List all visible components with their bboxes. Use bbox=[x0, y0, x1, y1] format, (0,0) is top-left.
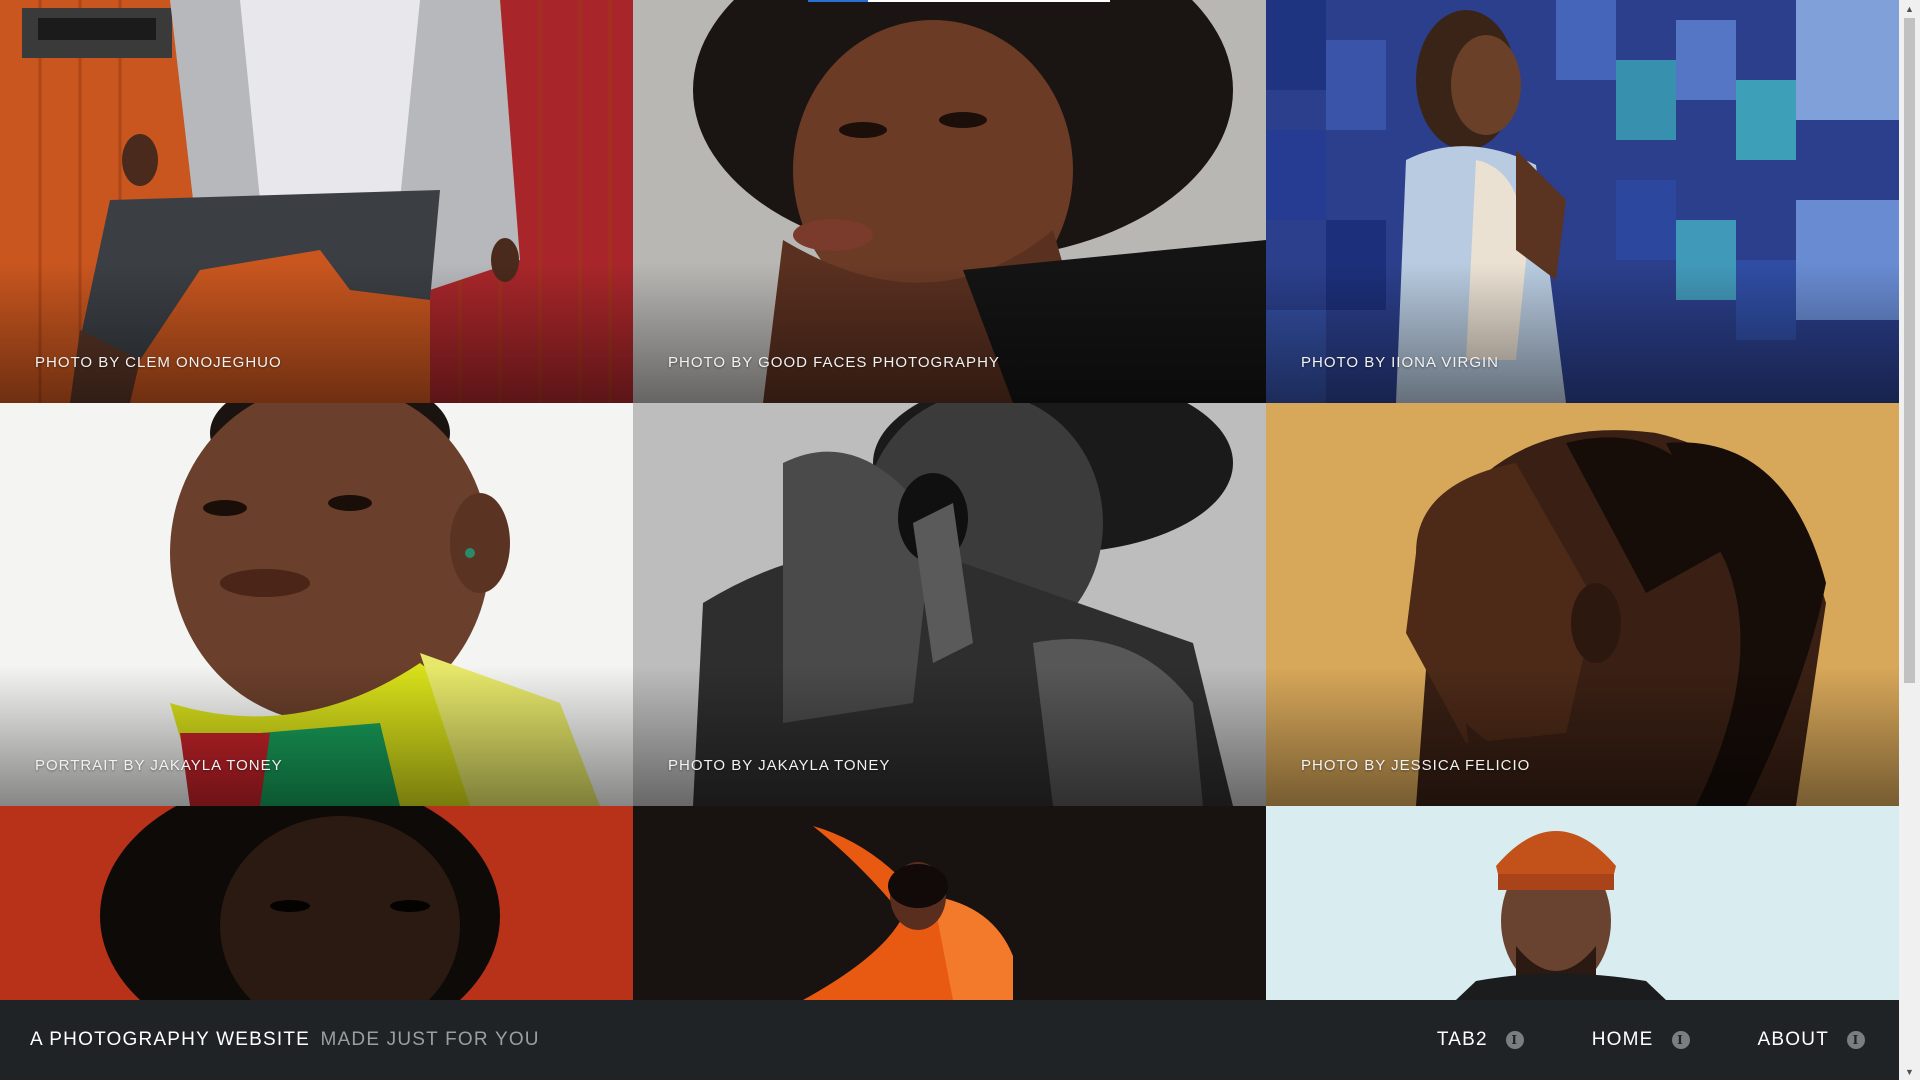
info-icon[interactable]: i bbox=[1505, 1031, 1524, 1049]
scroll-down-arrow-icon[interactable]: ▼ bbox=[1899, 1063, 1920, 1080]
nav-item-tab2[interactable]: TAB2 i bbox=[1437, 1029, 1524, 1051]
photo-jakayla-toney-portrait bbox=[0, 403, 633, 806]
photo-caption: PHOTO BY IIONA VIRGIN bbox=[1301, 354, 1499, 371]
footer-nav: TAB2 i HOME i ABOUT i bbox=[1369, 1029, 1865, 1051]
scrollbar-thumb[interactable] bbox=[1904, 18, 1915, 683]
photo-caption: PHOTO BY GOOD FACES PHOTOGRAPHY bbox=[668, 354, 1000, 371]
site-brand[interactable]: A PHOTOGRAPHY WEBSITE MADE JUST FOR YOU bbox=[30, 1029, 540, 1051]
scroll-up-arrow-icon[interactable]: ▲ bbox=[1899, 0, 1920, 17]
photo-jessica-felicio bbox=[1266, 403, 1899, 806]
gallery-tile-jakayla-toney-bw[interactable]: PHOTO BY JAKAYLA TONEY bbox=[633, 403, 1266, 806]
photo-caption: PHOTO BY CLEM ONOJEGHUO bbox=[35, 354, 282, 371]
slide-indicator-active bbox=[808, 0, 868, 2]
nav-label: HOME bbox=[1591, 1029, 1654, 1050]
photo-man-red-background bbox=[0, 806, 633, 1000]
photo-caption: PHOTO BY JESSICA FELICIO bbox=[1301, 757, 1531, 774]
gallery-tile-jakayla-toney-portrait[interactable]: PORTRAIT BY JAKAYLA TONEY bbox=[0, 403, 633, 806]
nav-item-home[interactable]: HOME i bbox=[1592, 1029, 1690, 1051]
slide-indicator bbox=[808, 0, 1110, 2]
info-icon[interactable]: i bbox=[1847, 1031, 1865, 1049]
photo-man-orange-beanie bbox=[1266, 806, 1899, 1000]
info-icon[interactable]: i bbox=[1671, 1031, 1690, 1049]
photo-orange-dress-dark bbox=[633, 806, 1266, 1000]
gallery-tile-jessica-felicio[interactable]: PHOTO BY JESSICA FELICIO bbox=[1266, 403, 1899, 806]
nav-label: TAB2 bbox=[1436, 1029, 1488, 1050]
gallery-tile-iiona-virgin[interactable]: PHOTO BY IIONA VIRGIN bbox=[1266, 0, 1899, 403]
brand-title: A PHOTOGRAPHY WEBSITE bbox=[30, 1029, 311, 1050]
photo-iiona-virgin bbox=[1266, 0, 1899, 403]
gallery-tile-8[interactable] bbox=[633, 806, 1266, 1000]
vertical-scrollbar[interactable]: ▲ ▼ bbox=[1899, 0, 1920, 1080]
photo-jakayla-toney-bw bbox=[633, 403, 1266, 806]
footer-bar: A PHOTOGRAPHY WEBSITE MADE JUST FOR YOU … bbox=[0, 1000, 1899, 1080]
photo-caption: PORTRAIT BY JAKAYLA TONEY bbox=[35, 757, 283, 774]
brand-tagline: MADE JUST FOR YOU bbox=[320, 1029, 540, 1050]
gallery-tile-7[interactable] bbox=[0, 806, 633, 1000]
photo-clem-onojeghuo bbox=[0, 0, 633, 403]
photo-good-faces bbox=[633, 0, 1266, 403]
nav-item-about[interactable]: ABOUT i bbox=[1758, 1029, 1865, 1051]
photo-caption: PHOTO BY JAKAYLA TONEY bbox=[668, 757, 891, 774]
gallery-tile-good-faces[interactable]: PHOTO BY GOOD FACES PHOTOGRAPHY bbox=[633, 0, 1266, 403]
gallery-tile-9[interactable] bbox=[1266, 806, 1899, 1000]
photo-gallery: PHOTO BY CLEM ONOJEGHUO PHOTO BY GOOD FA… bbox=[0, 0, 1899, 1000]
gallery-tile-clem-onojeghuo[interactable]: PHOTO BY CLEM ONOJEGHUO bbox=[0, 0, 633, 403]
nav-label: ABOUT bbox=[1757, 1029, 1829, 1050]
